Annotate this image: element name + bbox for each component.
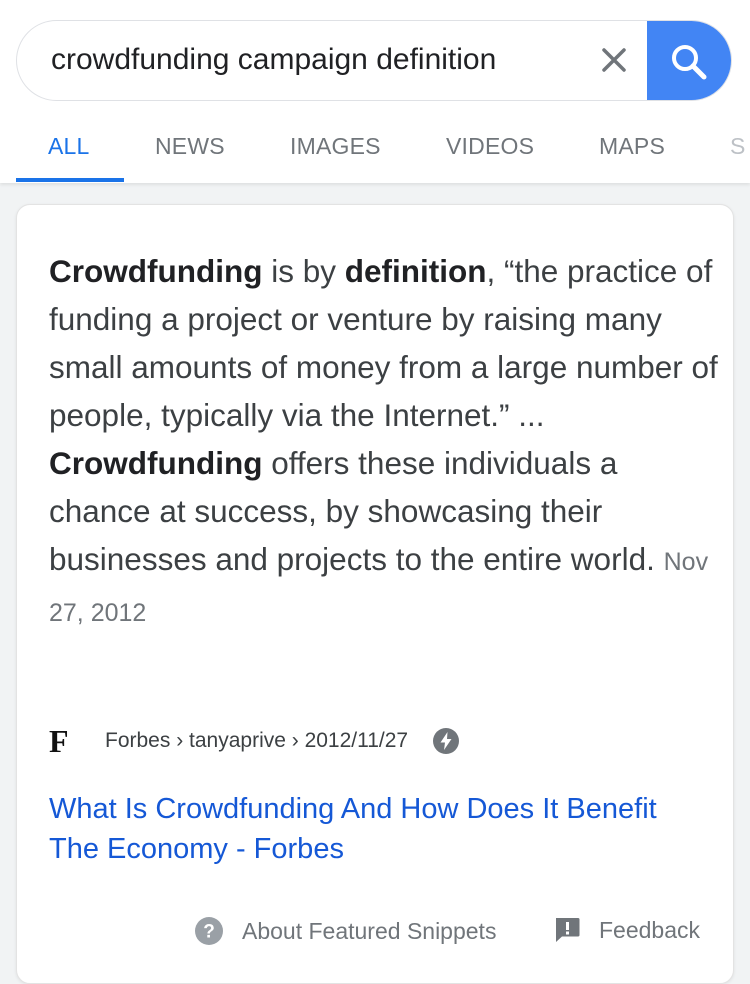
search-header: crowdfunding campaign definition ALL NEW…	[0, 0, 750, 183]
snippet-text: Crowdfunding is by definition, “the prac…	[49, 247, 719, 637]
source-breadcrumb[interactable]: Forbes › tanyaprive › 2012/11/27	[105, 729, 408, 753]
feedback-button[interactable]: Feedback	[553, 916, 700, 944]
close-icon	[602, 48, 626, 72]
result-title-link[interactable]: What Is Crowdfunding And How Does It Ben…	[49, 789, 689, 869]
help-icon: ?	[194, 916, 224, 946]
forbes-logo: F	[49, 722, 69, 759]
tab-maps[interactable]: MAPS	[599, 133, 665, 160]
search-input[interactable]: crowdfunding campaign definition	[51, 43, 496, 77]
tab-images[interactable]: IMAGES	[290, 133, 381, 160]
source-row[interactable]: F Forbes › tanyaprive › 2012/11/27	[49, 722, 709, 759]
active-tab-indicator	[16, 178, 124, 182]
search-box[interactable]: crowdfunding campaign definition	[16, 20, 732, 101]
snippet-bold-term: definition	[344, 253, 487, 289]
snippet-text-part: is by	[262, 253, 345, 289]
snippet-bold-term: Crowdfunding	[49, 445, 263, 481]
clear-search-button[interactable]	[589, 35, 639, 85]
about-label: About Featured Snippets	[242, 917, 497, 944]
search-button[interactable]	[647, 21, 731, 100]
search-tabs: ALL NEWS IMAGES VIDEOS MAPS S	[0, 118, 750, 183]
featured-snippet-card: Crowdfunding is by definition, “the prac…	[16, 204, 734, 984]
about-featured-snippets-button[interactable]: ? About Featured Snippets	[194, 916, 496, 946]
snippet-bold-term: Crowdfunding	[49, 253, 263, 289]
search-icon	[672, 44, 707, 79]
feedback-label: Feedback	[599, 916, 701, 943]
tab-shopping-partial[interactable]: S	[730, 133, 746, 160]
tab-all[interactable]: ALL	[48, 133, 90, 160]
feedback-icon	[553, 916, 581, 944]
svg-text:?: ?	[203, 922, 215, 943]
tab-news[interactable]: NEWS	[155, 133, 225, 160]
amp-lightning-icon	[432, 727, 460, 755]
snippet-footer: ? About Featured Snippets Feedback	[17, 911, 735, 951]
tab-videos[interactable]: VIDEOS	[446, 133, 534, 160]
